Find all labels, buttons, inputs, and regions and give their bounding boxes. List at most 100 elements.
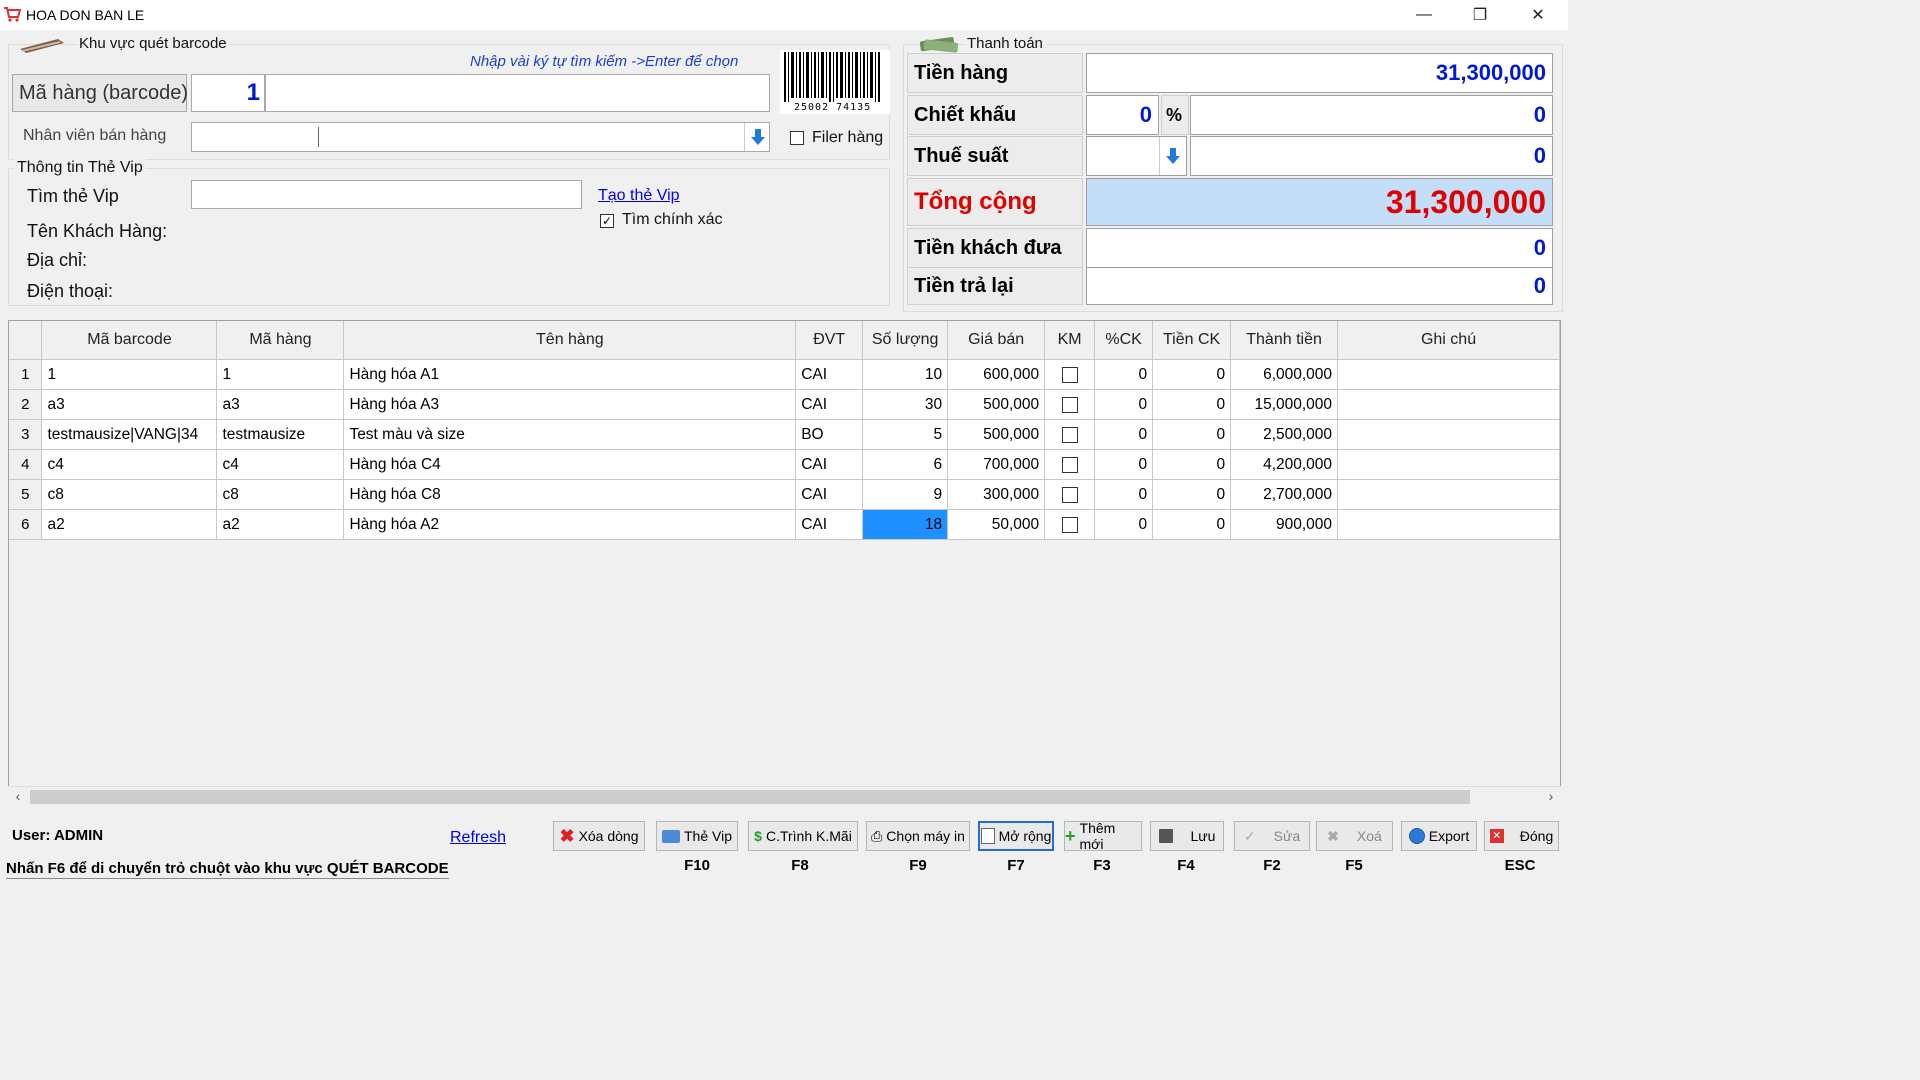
cell-note[interactable] xyxy=(1337,449,1560,480)
cell-promo[interactable] xyxy=(1044,359,1096,390)
promotion-button[interactable]: $ C.Trình K.Mãi xyxy=(748,821,858,851)
vip-search-input[interactable] xyxy=(191,180,582,209)
scroll-left-arrow-icon[interactable]: ‹ xyxy=(10,788,26,806)
cell-name[interactable]: Hàng hóa A1 xyxy=(343,359,797,390)
col-header-barcode[interactable]: Mã barcode xyxy=(41,321,218,360)
cell-qty[interactable]: 10 xyxy=(862,359,949,390)
col-header-promo[interactable]: KM xyxy=(1044,321,1096,360)
edit-button[interactable]: ✓ Sửa xyxy=(1234,821,1310,851)
cell-barcode[interactable]: c4 xyxy=(41,449,218,480)
cell-barcode[interactable]: c8 xyxy=(41,479,218,510)
customer-paid-input[interactable]: 0 xyxy=(1086,228,1553,268)
cell-name[interactable]: Hàng hóa A3 xyxy=(343,389,797,420)
cell-unit[interactable]: BO xyxy=(795,419,864,450)
promo-checkbox[interactable] xyxy=(1061,366,1078,383)
export-button[interactable]: Export xyxy=(1401,821,1477,851)
close-button[interactable]: ✕ Đóng xyxy=(1484,821,1559,851)
cell-promo[interactable] xyxy=(1044,509,1096,540)
save-button[interactable]: Lưu xyxy=(1150,821,1224,851)
minimize-button[interactable]: — xyxy=(1396,0,1452,30)
cell-qty[interactable]: 6 xyxy=(862,449,949,480)
col-header-discount-amount[interactable]: Tiền CK xyxy=(1152,321,1232,360)
cell-amount[interactable]: 2,500,000 xyxy=(1230,419,1339,450)
cell-barcode[interactable]: a2 xyxy=(41,509,218,540)
cell-name[interactable]: Hàng hóa A2 xyxy=(343,509,797,540)
discount-percent-input[interactable]: 0 xyxy=(1086,95,1159,135)
create-vip-link[interactable]: Tạo thẻ Vip xyxy=(598,187,680,205)
cell-unit[interactable]: CAI xyxy=(795,359,864,390)
cell-amount[interactable]: 900,000 xyxy=(1230,509,1339,540)
tax-rate-select[interactable] xyxy=(1086,136,1187,176)
cell-amount[interactable]: 2,700,000 xyxy=(1230,479,1339,510)
cell-qty[interactable]: 9 xyxy=(862,479,949,510)
cell-barcode[interactable]: a3 xyxy=(41,389,218,420)
row-number[interactable]: 1 xyxy=(9,359,43,390)
cell-discount-amount[interactable]: 0 xyxy=(1152,479,1232,510)
col-header-unit[interactable]: ĐVT xyxy=(795,321,864,360)
refresh-link[interactable]: Refresh xyxy=(450,829,506,847)
cell-promo[interactable] xyxy=(1044,419,1096,450)
cell-price[interactable]: 300,000 xyxy=(947,479,1046,510)
row-number[interactable]: 5 xyxy=(9,479,43,510)
cell-barcode[interactable]: 1 xyxy=(41,359,218,390)
col-header-price[interactable]: Giá bán xyxy=(947,321,1046,360)
cell-discount-amount[interactable]: 0 xyxy=(1152,419,1232,450)
cell-amount[interactable]: 4,200,000 xyxy=(1230,449,1339,480)
add-new-button[interactable]: + Thêm mới xyxy=(1064,820,1142,852)
table-row[interactable]: 6 a2 a2 Hàng hóa A2 CAI 18 50,000 0 0 90… xyxy=(9,509,1560,540)
restore-button[interactable]: ❐ xyxy=(1452,0,1508,30)
promo-checkbox[interactable] xyxy=(1061,456,1078,473)
promo-checkbox[interactable] xyxy=(1061,516,1078,533)
col-header-amount[interactable]: Thành tiền xyxy=(1230,321,1339,360)
cell-discount-pct[interactable]: 0 xyxy=(1094,479,1154,510)
cell-discount-pct[interactable]: 0 xyxy=(1094,449,1154,480)
cell-qty[interactable]: 30 xyxy=(862,389,949,420)
cell-unit[interactable]: CAI xyxy=(795,389,864,420)
cell-promo[interactable] xyxy=(1044,389,1096,420)
horizontal-scrollbar[interactable]: ‹ › xyxy=(8,786,1561,807)
cell-discount-amount[interactable]: 0 xyxy=(1152,389,1232,420)
table-row[interactable]: 3 testmausize|VANG|34 testmausize Test m… xyxy=(9,419,1560,450)
cell-promo[interactable] xyxy=(1044,479,1096,510)
staff-select[interactable] xyxy=(191,122,770,152)
scroll-right-arrow-icon[interactable]: › xyxy=(1543,788,1559,806)
cell-discount-pct[interactable]: 0 xyxy=(1094,389,1154,420)
filter-checkbox[interactable] xyxy=(790,131,804,145)
row-number[interactable]: 6 xyxy=(9,509,43,540)
choose-printer-button[interactable]: ⎙ Chọn máy in xyxy=(866,821,970,851)
cell-note[interactable] xyxy=(1337,509,1560,540)
promo-checkbox[interactable] xyxy=(1061,486,1078,503)
scroll-thumb[interactable] xyxy=(30,790,1470,804)
cell-discount-amount[interactable]: 0 xyxy=(1152,449,1232,480)
cell-amount[interactable]: 15,000,000 xyxy=(1230,389,1339,420)
cell-price[interactable]: 700,000 xyxy=(947,449,1046,480)
remove-button[interactable]: ✖ Xoá xyxy=(1316,821,1393,851)
tax-amount-input[interactable]: 0 xyxy=(1190,136,1553,176)
table-row[interactable]: 4 c4 c4 Hàng hóa C4 CAI 6 700,000 0 0 4,… xyxy=(9,449,1560,480)
table-row[interactable]: 2 a3 a3 Hàng hóa A3 CAI 30 500,000 0 0 1… xyxy=(9,389,1560,420)
cell-discount-amount[interactable]: 0 xyxy=(1152,509,1232,540)
cell-barcode[interactable]: testmausize|VANG|34 xyxy=(41,419,218,450)
tax-dropdown-arrow-icon[interactable] xyxy=(1159,137,1186,175)
cell-discount-pct[interactable]: 0 xyxy=(1094,419,1154,450)
barcode-code-input[interactable]: 1 xyxy=(191,74,265,112)
cell-discount-amount[interactable]: 0 xyxy=(1152,359,1232,390)
promo-checkbox[interactable] xyxy=(1061,396,1078,413)
promo-checkbox[interactable] xyxy=(1061,426,1078,443)
discount-amount-input[interactable]: 0 xyxy=(1190,95,1553,135)
close-window-button[interactable]: ✕ xyxy=(1510,0,1566,30)
cell-price[interactable]: 500,000 xyxy=(947,419,1046,450)
vip-card-button[interactable]: Thẻ Vip xyxy=(656,821,738,851)
cell-unit[interactable]: CAI xyxy=(795,479,864,510)
cell-note[interactable] xyxy=(1337,479,1560,510)
staff-dropdown-arrow-icon[interactable] xyxy=(744,123,771,151)
exact-search-checkbox[interactable]: ✓ xyxy=(600,214,614,228)
cell-code[interactable]: 1 xyxy=(216,359,345,390)
cell-code[interactable]: c8 xyxy=(216,479,345,510)
col-header-note[interactable]: Ghi chú xyxy=(1337,321,1560,360)
cell-unit[interactable]: CAI xyxy=(795,449,864,480)
barcode-name-input[interactable] xyxy=(265,74,770,112)
row-number[interactable]: 3 xyxy=(9,419,43,450)
col-header-discount-pct[interactable]: %CK xyxy=(1094,321,1154,360)
cell-price[interactable]: 500,000 xyxy=(947,389,1046,420)
